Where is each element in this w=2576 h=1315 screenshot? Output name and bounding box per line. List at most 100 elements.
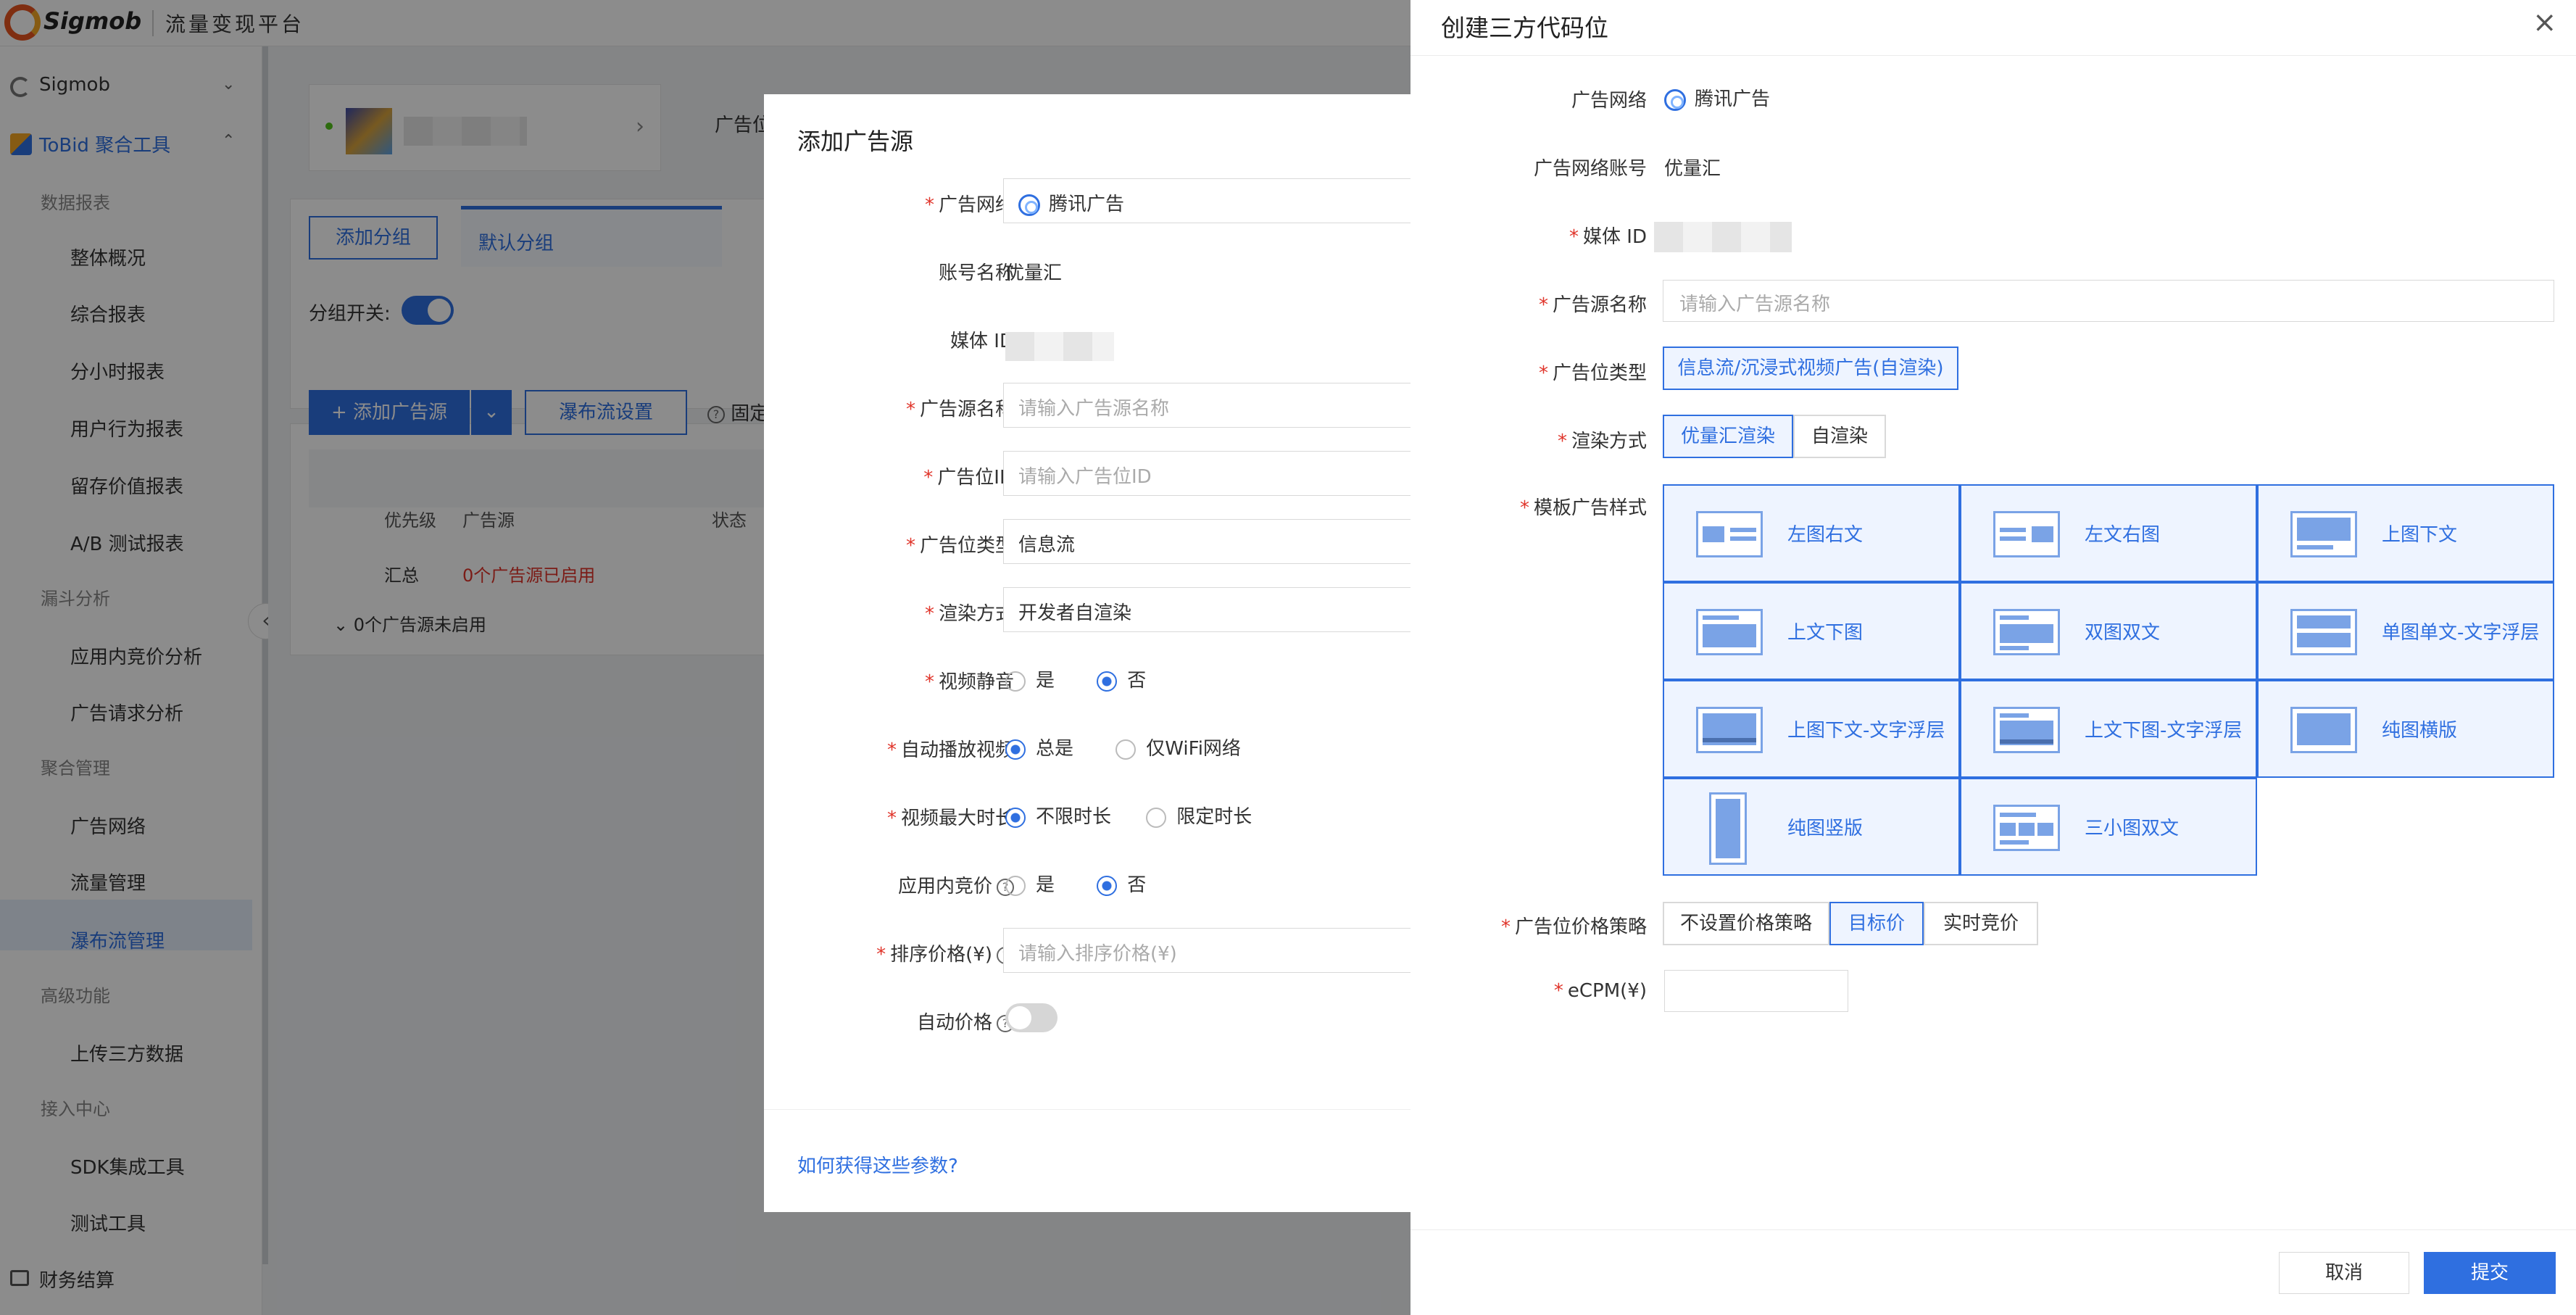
drawer-header-divider bbox=[1410, 55, 2576, 56]
template-thumb-icon bbox=[1696, 707, 1763, 753]
submit-button[interactable]: 提交 bbox=[2424, 1252, 2556, 1294]
bidding-yes-radio[interactable]: 是 bbox=[1005, 874, 1055, 896]
template-label: 单图单文-文字浮层 bbox=[2382, 621, 2540, 644]
radio-checked-icon bbox=[1097, 671, 1118, 692]
template-label: 上图下文-文字浮层 bbox=[1787, 719, 1945, 742]
field-label: * 视频最大时长 bbox=[886, 808, 1014, 829]
help-params-link[interactable]: 如何获得这些参数? bbox=[797, 1151, 958, 1178]
template-three-small-images[interactable]: 三小图双文 bbox=[1960, 778, 2257, 876]
template-label: 双图双文 bbox=[2085, 621, 2161, 644]
mute-no-radio[interactable]: 否 bbox=[1097, 670, 1146, 692]
template-top-text-bottom-image[interactable]: 上文下图 bbox=[1663, 582, 1960, 680]
network-value: 腾讯广告 bbox=[1049, 194, 1125, 215]
template-label: 上文下图-文字浮层 bbox=[2085, 719, 2243, 742]
account-value: 优量汇 bbox=[1664, 158, 1721, 180]
price-option-none[interactable]: 不设置价格策略 bbox=[1663, 902, 1829, 945]
ecpm-input[interactable] bbox=[1664, 970, 1848, 1012]
template-thumb-icon bbox=[1993, 511, 2060, 557]
field-label: * 视频静音 bbox=[924, 671, 1014, 693]
render-mode-select[interactable]: 开发者自渲染 bbox=[1003, 587, 1416, 632]
bidding-radio-group: 是 否 bbox=[1005, 870, 1146, 897]
radio-icon bbox=[1146, 807, 1167, 828]
maxlen-limited-radio[interactable]: 限定时长 bbox=[1146, 806, 1252, 828]
network-select[interactable]: 腾讯广告 bbox=[1003, 178, 1416, 223]
template-top-image-text-overlay[interactable]: 上图下文-文字浮层 bbox=[1663, 680, 1960, 778]
network-value: 腾讯广告 bbox=[1664, 84, 1770, 111]
radio-icon bbox=[1005, 671, 1026, 692]
media-id-redacted bbox=[1005, 332, 1114, 361]
template-thumb-icon bbox=[2290, 707, 2357, 753]
account-value: 优量汇 bbox=[1005, 262, 1063, 284]
close-icon[interactable]: × bbox=[2533, 6, 2557, 39]
create-code-drawer: 创建三方代码位 × 广告网络 腾讯广告 广告网络账号 优量汇 * 媒体 ID * 广… bbox=[1410, 0, 2576, 1315]
template-thumb-icon bbox=[2290, 609, 2357, 655]
bidding-no-radio[interactable]: 否 bbox=[1097, 874, 1146, 896]
field-label: * 渲染方式 bbox=[924, 603, 1014, 625]
template-double-image-double-text[interactable]: 双图双文 bbox=[1960, 582, 2257, 680]
template-label: 上文下图 bbox=[1787, 621, 1864, 644]
template-left-text-right-image[interactable]: 左文右图 bbox=[1960, 484, 2257, 582]
field-label: *排序价格(¥)? bbox=[764, 939, 1014, 966]
sort-price-input[interactable]: 请输入排序价格(¥) bbox=[1003, 928, 1416, 973]
price-option-target[interactable]: 目标价 bbox=[1829, 902, 1924, 945]
mute-radio-group: 是 否 bbox=[1005, 665, 1146, 692]
source-name-input[interactable]: 请输入广告源名称 bbox=[1003, 383, 1416, 428]
field-label: 广告网络账号 bbox=[1533, 158, 1647, 180]
render-option-ylh[interactable]: 优量汇渲染 bbox=[1663, 415, 1793, 458]
position-type-select[interactable]: 信息流 bbox=[1003, 519, 1416, 564]
template-label: 上图下文 bbox=[2382, 523, 2458, 546]
template-left-image-right-text[interactable]: 左图右文 bbox=[1663, 484, 1960, 582]
radio-icon bbox=[1005, 875, 1026, 896]
tencent-ads-icon bbox=[1018, 194, 1040, 216]
field-label: * 广告网络 bbox=[924, 194, 1014, 216]
field-label: * 广告位ID bbox=[923, 467, 1014, 489]
radio-checked-icon bbox=[1005, 739, 1026, 760]
autoplay-wifi-radio[interactable]: 仅WiFi网络 bbox=[1115, 738, 1241, 760]
template-label: 纯图横版 bbox=[2382, 719, 2458, 742]
field-label: * 媒体 ID bbox=[1569, 226, 1647, 248]
maxlen-unlimited-radio[interactable]: 不限时长 bbox=[1005, 806, 1111, 828]
toggle-knob bbox=[1008, 1006, 1031, 1029]
tencent-ads-icon bbox=[1664, 88, 1686, 111]
template-top-image-bottom-text[interactable]: 上图下文 bbox=[2257, 484, 2554, 582]
autoplay-always-radio[interactable]: 总是 bbox=[1005, 738, 1073, 760]
field-label: 广告网络 bbox=[1571, 90, 1647, 112]
field-label: 应用内竞价? bbox=[764, 871, 1014, 898]
template-thumb-icon bbox=[1696, 511, 1763, 557]
template-thumb-icon bbox=[1993, 609, 2060, 655]
radio-icon bbox=[1115, 739, 1137, 760]
template-thumb-icon bbox=[1709, 792, 1747, 865]
cancel-button[interactable]: 取消 bbox=[2279, 1252, 2409, 1294]
template-pure-image-landscape[interactable]: 纯图横版 bbox=[2257, 680, 2554, 778]
render-option-self[interactable]: 自渲染 bbox=[1793, 415, 1886, 458]
field-label: * 广告位类型 bbox=[1538, 362, 1647, 384]
template-single-image-text-overlay[interactable]: 单图单文-文字浮层 bbox=[2257, 582, 2554, 680]
field-label: * eCPM(¥) bbox=[1553, 980, 1647, 1002]
position-id-input[interactable]: 请输入广告位ID bbox=[1003, 451, 1416, 496]
template-thumb-icon bbox=[1993, 707, 2060, 753]
field-label: * 模板广告样式 bbox=[1519, 497, 1647, 519]
template-label: 纯图竖版 bbox=[1787, 817, 1864, 839]
field-label: 自动价格? bbox=[764, 1008, 1014, 1034]
source-name-input[interactable]: 请输入广告源名称 bbox=[1663, 280, 2554, 322]
price-option-realtime[interactable]: 实时竞价 bbox=[1924, 902, 2038, 945]
maxlen-radio-group: 不限时长 限定时长 bbox=[1005, 802, 1252, 829]
template-label: 三小图双文 bbox=[2085, 817, 2180, 839]
radio-checked-icon bbox=[1097, 875, 1118, 896]
template-pure-image-portrait[interactable]: 纯图竖版 bbox=[1663, 778, 1960, 876]
template-thumb-icon bbox=[2290, 511, 2357, 557]
mute-yes-radio[interactable]: 是 bbox=[1005, 670, 1055, 692]
auto-price-toggle[interactable] bbox=[1005, 1003, 1058, 1032]
template-grid: 左图右文 左文右图 上图下文 上文下图 双图双文 单图单文-文字浮层 上图下文-… bbox=[1663, 484, 2554, 876]
field-label: * 渲染方式 bbox=[1557, 431, 1647, 452]
field-label: * 广告位价格策略 bbox=[1500, 916, 1647, 938]
position-type-option[interactable]: 信息流/沉浸式视频广告(自渲染) bbox=[1663, 347, 1958, 390]
add-source-modal: 添加广告源 * 广告网络 腾讯广告 账号名称 优量汇 媒体 ID * 广告源名称 请… bbox=[764, 94, 1416, 1212]
template-top-text-image-overlay[interactable]: 上文下图-文字浮层 bbox=[1960, 680, 2257, 778]
radio-checked-icon bbox=[1005, 807, 1026, 828]
field-label: * 广告位类型 bbox=[905, 535, 1014, 557]
template-thumb-icon bbox=[1993, 805, 2060, 851]
field-label: 媒体 ID bbox=[950, 331, 1014, 352]
modal-title: 添加广告源 bbox=[797, 128, 914, 155]
template-thumb-icon bbox=[1696, 609, 1763, 655]
